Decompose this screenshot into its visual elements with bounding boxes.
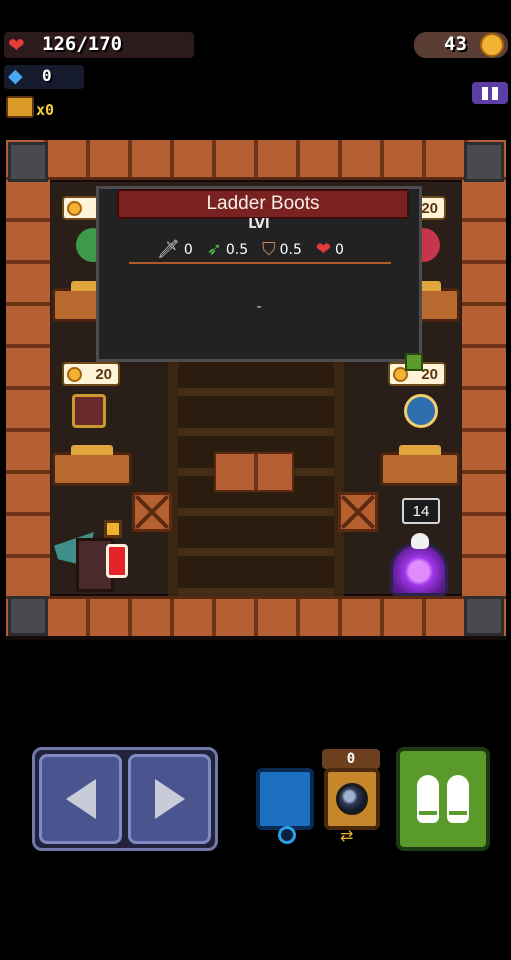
player-hero [52, 518, 134, 596]
camera-icon [336, 783, 368, 815]
arrow-left-icon [65, 779, 96, 819]
swap-icon[interactable]: ⇄ [340, 826, 353, 845]
exit-portal[interactable] [390, 533, 448, 596]
camera-count: 0 [322, 749, 380, 769]
corner-stone [8, 596, 48, 636]
coin-icon [480, 33, 504, 57]
crate [132, 492, 172, 532]
gem-count: 0 [42, 66, 52, 85]
footprints-icon [417, 775, 439, 823]
chest-count: x0 [36, 101, 55, 119]
gem-bar: ◆ 0 [4, 65, 84, 89]
price-tag: 20 [62, 362, 120, 386]
item-level: LVI [248, 217, 270, 229]
move-right-button[interactable] [128, 754, 211, 844]
camera-button[interactable] [324, 768, 380, 830]
crate [338, 492, 378, 532]
coin-icon [67, 367, 82, 382]
corner-stone [464, 596, 504, 636]
brick-block [214, 452, 294, 492]
item-title: Ladder Boots [117, 189, 409, 219]
skill-button[interactable] [256, 768, 314, 844]
pause-icon [482, 86, 488, 100]
jump-button[interactable] [396, 747, 490, 851]
feather-icon: ➶ [206, 239, 222, 260]
stat-attack: 🗡 0 [157, 239, 193, 260]
skull-icon [411, 533, 429, 549]
shop-pedestal [52, 445, 132, 486]
item-badge [405, 353, 423, 371]
stat-defense: ⛉ 0.5 [262, 239, 302, 260]
portal-counter: 14 [402, 498, 440, 524]
corner-stone [464, 142, 504, 182]
hp-value: 126/170 [42, 33, 123, 55]
hp-bar: ❤ 126/170 [4, 32, 194, 58]
blueprint-icon[interactable] [404, 394, 438, 428]
left-wall [6, 180, 50, 596]
item-stats: 🗡 0 ➶ 0.5 ⛉ 0.5 ❤ 0 [157, 239, 354, 260]
move-left-button[interactable] [39, 754, 122, 844]
item-description: - [256, 299, 262, 315]
stat-speed: ➶ 0.5 [206, 239, 249, 260]
scroll-icon[interactable] [72, 394, 106, 428]
blue-skill-icon [278, 826, 296, 844]
chest-icon [6, 96, 34, 118]
gold-bar: 43 [414, 32, 508, 58]
sword-icon: 🗡 [157, 239, 180, 260]
heart-icon: ❤ [8, 33, 25, 57]
top-wall [6, 140, 506, 180]
corner-stone [8, 142, 48, 182]
heart-icon: ❤ [315, 239, 331, 260]
dpad [32, 747, 218, 851]
shop-pedestal [380, 445, 460, 486]
gold-count: 43 [444, 33, 467, 55]
arrow-right-icon [154, 779, 185, 819]
tooltip-divider [129, 262, 391, 264]
blue-gem-icon: ◆ [8, 65, 23, 87]
bottom-wall [6, 596, 506, 636]
stat-health: ❤ 0 [315, 239, 344, 260]
coin-icon [67, 201, 82, 216]
shield-icon: ⛉ [262, 239, 276, 260]
item-tooltip: Ladder Boots LVI 🗡 0 ➶ 0.5 ⛉ 0.5 ❤ 0 - [96, 186, 423, 371]
right-wall [462, 180, 506, 596]
pause-button[interactable] [472, 82, 508, 104]
